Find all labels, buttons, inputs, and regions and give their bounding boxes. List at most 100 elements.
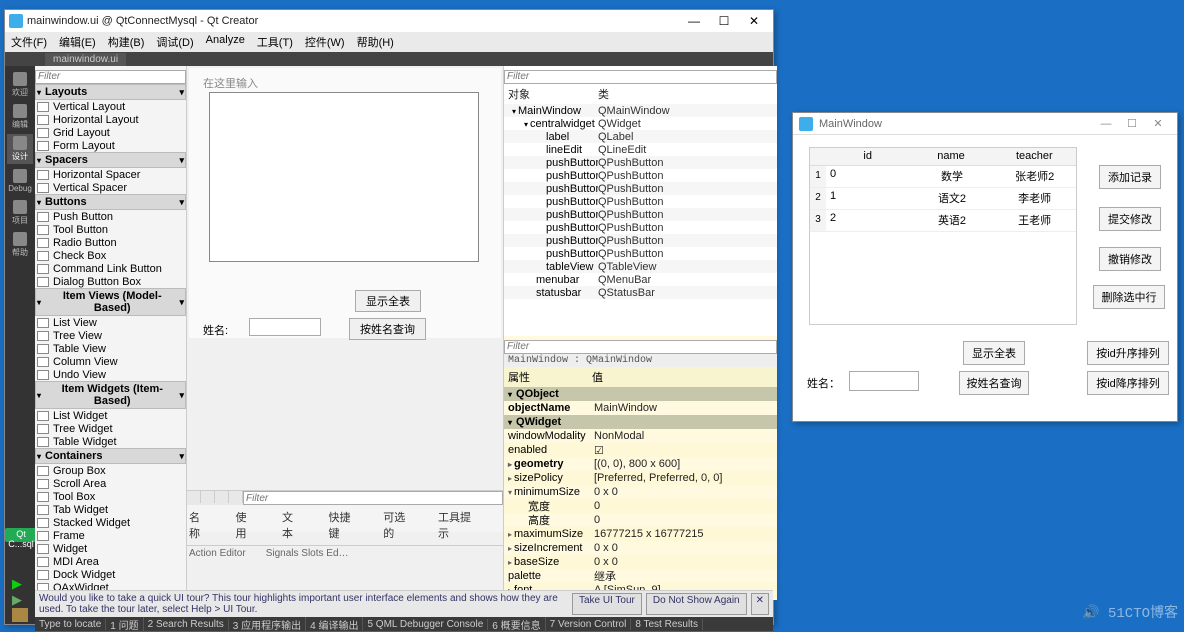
runtime-minimize-button[interactable]: — — [1093, 118, 1119, 130]
object-row[interactable]: labelQLabel — [504, 130, 777, 143]
widget-vertical-spacer[interactable]: Vertical Spacer — [35, 181, 186, 194]
prop-row[interactable]: windowModalityNonModal — [504, 429, 777, 443]
widget-vertical-layout[interactable]: Vertical Layout — [35, 100, 186, 113]
menu-item[interactable]: 编辑(E) — [53, 32, 102, 52]
prop-row[interactable]: enabled☑ — [504, 443, 777, 457]
widget-form-layout[interactable]: Form Layout — [35, 139, 186, 152]
table-row[interactable]: 21语文2李老师 — [810, 188, 1076, 210]
mode-欢迎[interactable]: 欢迎 — [7, 70, 33, 100]
maximize-button[interactable]: ☐ — [709, 14, 739, 28]
tableview-widget[interactable] — [209, 92, 479, 262]
widget-scroll-area[interactable]: Scroll Area — [35, 477, 186, 490]
object-row[interactable]: pushButton_4QPushButton — [504, 195, 777, 208]
runtime-name-input[interactable] — [849, 371, 919, 391]
delete-action-icon[interactable] — [229, 491, 243, 503]
output-pane-tab[interactable]: 6 概要信息 — [488, 617, 545, 632]
object-row[interactable]: pushButton_7QPushButton — [504, 234, 777, 247]
object-row[interactable]: pushButton_6QPushButton — [504, 221, 777, 234]
mode-帮助[interactable]: 帮助 — [7, 230, 33, 260]
object-row[interactable]: statusbarQStatusBar — [504, 286, 777, 299]
menu-item[interactable]: 控件(W) — [299, 32, 351, 52]
form-canvas[interactable]: 在这里输入 显示全表 姓名: 按姓名查询 — [189, 68, 501, 338]
prop-row[interactable]: ▸geometry[(0, 0), 800 x 600] — [504, 457, 777, 471]
output-pane-tab[interactable]: 3 应用程序输出 — [229, 617, 306, 632]
property-filter-input[interactable] — [504, 340, 777, 354]
widget-mdi-area[interactable]: MDI Area — [35, 555, 186, 568]
mode-编辑[interactable]: 编辑 — [7, 102, 33, 132]
debug-run-icon[interactable]: ▶ — [12, 592, 28, 606]
object-filter-input[interactable] — [504, 70, 777, 84]
submit-button[interactable]: 提交修改 — [1099, 207, 1161, 231]
prop-group[interactable]: ▾QObject — [504, 387, 777, 401]
prop-row[interactable]: objectNameMainWindow — [504, 401, 777, 415]
runtime-table[interactable]: id name teacher 10数学张老师221语文2李老师32英语2王老师 — [809, 147, 1077, 325]
widget-table-view[interactable]: Table View — [35, 342, 186, 355]
table-row[interactable]: 32英语2王老师 — [810, 210, 1076, 232]
runtime-maximize-button[interactable]: ☐ — [1119, 117, 1145, 130]
widget-push-button[interactable]: Push Button — [35, 210, 186, 223]
widget-tool-box[interactable]: Tool Box — [35, 490, 186, 503]
menu-item[interactable]: 帮助(H) — [351, 32, 400, 52]
widget-tree-view[interactable]: Tree View — [35, 329, 186, 342]
category-Item Widgets (Item-Based)[interactable]: ▾Item Widgets (Item-Based)▾ — [35, 381, 186, 409]
prop-row[interactable]: 高度0 — [504, 513, 777, 527]
prop-row[interactable]: ▾minimumSize0 x 0 — [504, 485, 777, 499]
searchname-button[interactable]: 按姓名查询 — [959, 371, 1029, 395]
delete-selected-button[interactable]: 删除选中行 — [1093, 285, 1165, 309]
widget-horizontal-layout[interactable]: Horizontal Layout — [35, 113, 186, 126]
widget-tool-button[interactable]: Tool Button — [35, 223, 186, 236]
object-row[interactable]: pushButton_5QPushButton — [504, 208, 777, 221]
col-id[interactable]: id — [826, 148, 909, 165]
build-icon[interactable] — [12, 608, 28, 622]
menu-item[interactable]: Analyze — [200, 32, 251, 52]
object-row[interactable]: menubarQMenuBar — [504, 273, 777, 286]
close-button[interactable]: ✕ — [739, 14, 769, 28]
revert-button[interactable]: 撤销修改 — [1099, 247, 1161, 271]
object-tree[interactable]: ▾MainWindowQMainWindow▾centralwidgetQWid… — [504, 104, 777, 299]
prop-row[interactable]: 宽度0 — [504, 499, 777, 513]
widget-list-widget[interactable]: List Widget — [35, 409, 186, 422]
menu-item[interactable]: 调试(D) — [150, 32, 199, 52]
skip-tour-button[interactable]: Do Not Show Again — [646, 593, 747, 615]
widget-stacked-widget[interactable]: Stacked Widget — [35, 516, 186, 529]
widget-list-view[interactable]: List View — [35, 316, 186, 329]
menu-item[interactable]: 构建(B) — [102, 32, 151, 52]
mode-Debug[interactable]: Debug — [7, 166, 33, 196]
action-filter-input[interactable] — [243, 491, 503, 505]
paste-action-icon[interactable] — [215, 491, 229, 503]
desc-id-button[interactable]: 按id降序排列 — [1087, 371, 1169, 395]
prop-row[interactable]: ▸maximumSize16777215 x 16777215 — [504, 527, 777, 541]
widget-group-box[interactable]: Group Box — [35, 464, 186, 477]
mode-项目[interactable]: 项目 — [7, 198, 33, 228]
widget-horizontal-spacer[interactable]: Horizontal Spacer — [35, 168, 186, 181]
object-row[interactable]: pushButton_2QPushButton — [504, 169, 777, 182]
widget-table-widget[interactable]: Table Widget — [35, 435, 186, 448]
category-Containers[interactable]: ▾Containers▾ — [35, 448, 186, 464]
widget-check-box[interactable]: Check Box — [35, 249, 186, 262]
run-icon[interactable]: ▶ — [12, 576, 28, 590]
prop-row[interactable]: ▸sizeIncrement0 x 0 — [504, 541, 777, 555]
prop-row[interactable]: ▸baseSize0 x 0 — [504, 555, 777, 569]
category-Item Views (Model-Based)[interactable]: ▾Item Views (Model-Based)▾ — [35, 288, 186, 316]
category-Buttons[interactable]: ▾Buttons▾ — [35, 194, 186, 210]
category-Layouts[interactable]: ▾Layouts▾ — [35, 84, 186, 100]
prop-row[interactable]: palette继承 — [504, 569, 777, 583]
object-row[interactable]: pushButtonQPushButton — [504, 156, 777, 169]
object-row[interactable]: ▾MainWindowQMainWindow — [504, 104, 777, 117]
widget-radio-button[interactable]: Radio Button — [35, 236, 186, 249]
name-input[interactable] — [249, 318, 321, 336]
widget-grid-layout[interactable]: Grid Layout — [35, 126, 186, 139]
take-tour-button[interactable]: Take UI Tour — [572, 593, 642, 615]
menu-item[interactable]: 文件(F) — [5, 32, 53, 52]
file-tab[interactable]: mainwindow.ui — [45, 53, 126, 66]
widgetbox-filter-input[interactable] — [35, 70, 186, 84]
tour-close-icon[interactable]: ✕ — [751, 593, 769, 615]
col-teacher[interactable]: teacher — [993, 148, 1076, 165]
object-row[interactable]: tableViewQTableView — [504, 260, 777, 273]
search-by-name-button[interactable]: 按姓名查询 — [349, 318, 426, 340]
col-name[interactable]: name — [909, 148, 992, 165]
widget-widget[interactable]: Widget — [35, 542, 186, 555]
object-row[interactable]: ▾centralwidgetQWidget — [504, 117, 777, 130]
table-row[interactable]: 10数学张老师2 — [810, 166, 1076, 188]
action-tab[interactable]: Action Editor — [189, 548, 246, 559]
